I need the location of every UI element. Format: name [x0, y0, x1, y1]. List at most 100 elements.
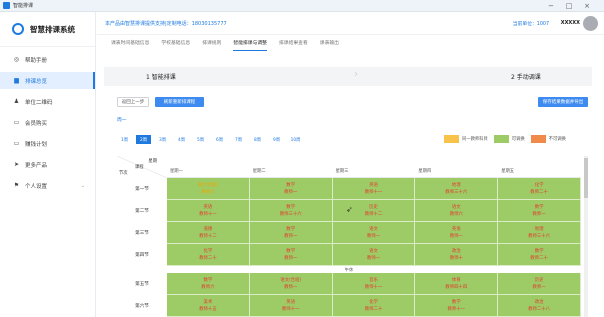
- schedule-cell[interactable]: 英语 教师十一: [249, 295, 333, 317]
- schedule-cell[interactable]: 美术 教师十五: [167, 295, 250, 317]
- schedule-cell[interactable]: 语文(合班) 教师一: [249, 273, 333, 295]
- schedule-cell[interactable]: 地理 教师三十六: [415, 178, 499, 200]
- reset-schedule-button[interactable]: 刷新重新排课程: [155, 97, 204, 107]
- schedule-cell[interactable]: 英语 教师十一: [332, 178, 416, 200]
- schedule-cell[interactable]: 化学 教师二十: [167, 244, 250, 266]
- cell-teacher: 教师二十: [199, 255, 217, 261]
- cell-teacher: 教师二十: [364, 306, 383, 312]
- header-corner: 星期 课程 节次: [117, 156, 167, 178]
- period-label: 第三节: [135, 231, 149, 236]
- schedule-cell[interactable]: 数学 教师一: [249, 178, 333, 200]
- tab-3[interactable]: 智能排课与调整: [233, 37, 267, 51]
- week-tab-8[interactable]: 8周: [250, 135, 265, 144]
- schedule-cell[interactable]: 音乐 教师十一: [332, 273, 416, 295]
- schedule-cell[interactable]: 英语 教师十一: [167, 200, 250, 222]
- cell-teacher: 教师一: [284, 189, 298, 195]
- week-tab-3[interactable]: 3周: [155, 135, 170, 144]
- week-tab-10[interactable]: 10周: [288, 135, 303, 144]
- schedule-cell[interactable]: 英语 教师一: [415, 222, 499, 244]
- tab-5[interactable]: 课表输出: [320, 37, 339, 51]
- tab-1[interactable]: 学校基础信息: [161, 37, 190, 51]
- schedule-cell[interactable]: 数学 教师一: [249, 222, 333, 244]
- schedule-cell[interactable]: 历史 教师一: [498, 273, 581, 295]
- cell-teacher: 教师六: [449, 211, 463, 217]
- cell-teacher: 教师一: [532, 211, 546, 217]
- username[interactable]: XXXXX: [561, 20, 580, 26]
- cell-teacher: 教师十: [449, 255, 463, 261]
- legend-label: 同一教师科目: [462, 137, 488, 142]
- week-tab-4[interactable]: 4周: [174, 135, 189, 144]
- sidebar-item-label: 帮助手册: [25, 57, 48, 64]
- tab-2[interactable]: 排课规则: [202, 37, 221, 51]
- cell-teacher: 教师三十六: [528, 233, 551, 239]
- prev-step-button[interactable]: 返回上一步: [117, 97, 149, 107]
- sidebar-item-6[interactable]: ⚑ 个人设置 ⌄: [0, 177, 95, 194]
- scrollbar-thumb[interactable]: [584, 158, 588, 198]
- schedule-cell[interactable]: 数学 教师二十: [498, 244, 581, 266]
- sidebar-item-5[interactable]: ➤ 更多产品: [0, 156, 95, 173]
- period-label: 第五节: [135, 282, 149, 287]
- table-row: 第三节 道德 教师十二 数学 教师一 语文 教师一 英语 教师一 地理 教师三十六: [117, 222, 581, 244]
- cell-subject: 地理: [451, 182, 461, 188]
- cell-teacher: 教师十二: [364, 211, 383, 217]
- day-header: 星期一: [170, 169, 183, 174]
- cell-teacher: 教师十五: [199, 306, 217, 312]
- tab-4[interactable]: 排课结果查看: [279, 37, 308, 51]
- schedule-cell[interactable]: 数学 教师一: [498, 200, 581, 222]
- sidebar-item-3[interactable]: ▭ 会员购买: [0, 114, 95, 131]
- company-info[interactable]: 本产品由智慧排课提供支持|定制电话：18030135777: [105, 20, 227, 27]
- schedule-cell[interactable]: 语文 教师六: [415, 200, 499, 222]
- tab-0[interactable]: 课表时间基础信息: [111, 37, 149, 51]
- schedule-cell[interactable]: 数学 教师十一: [415, 295, 499, 317]
- app-icon: [3, 2, 10, 9]
- schedule-cell[interactable]: 政治 教师十: [415, 244, 499, 266]
- period-label: 第二节: [135, 209, 149, 214]
- schedule-cell[interactable]: 道德 教师十二: [167, 222, 250, 244]
- week-tab-2[interactable]: 2周: [136, 135, 151, 144]
- cell-subject: 数学: [286, 204, 296, 210]
- current-unit[interactable]: 当前单位：1007: [513, 20, 549, 27]
- timetable-grid: 星期 课程 节次 星期一 星期二 星期三 星期四 星期五 第一节 语文(合班) 教师六 数学教…: [117, 156, 581, 317]
- save-export-button[interactable]: 保存结果数据并导出: [538, 97, 588, 107]
- schedule-cell[interactable]: 化学 教师二十: [498, 178, 581, 200]
- schedule-cell[interactable]: 数学 教师一: [249, 244, 333, 266]
- minimize-button[interactable]: −: [542, 1, 560, 11]
- schedule-cell[interactable]: 地理 教师三十六: [498, 222, 581, 244]
- sidebar-item-2[interactable]: ♟ 单位二维码: [0, 93, 95, 110]
- week-tab-6[interactable]: 6周: [212, 135, 227, 144]
- close-button[interactable]: ×: [578, 1, 596, 11]
- avatar[interactable]: [583, 16, 598, 31]
- schedule-icon: ▆: [14, 77, 19, 84]
- maximize-button[interactable]: □: [560, 1, 578, 11]
- schedule-cell[interactable]: 历史 教师十二: [332, 200, 416, 222]
- logo-icon: [12, 23, 24, 35]
- schedule-cell[interactable]: 数学 教师三十六: [249, 200, 333, 222]
- schedule-cell[interactable]: 语文(合班) 教师六: [167, 178, 250, 200]
- cell-subject: 数学: [534, 248, 544, 254]
- sidebar-item-label: 排课总览: [25, 78, 48, 85]
- cell-subject: 语文: [451, 204, 461, 210]
- week-tab-1[interactable]: 1周: [117, 135, 132, 144]
- schedule-cell[interactable]: 数学 教师六: [167, 273, 250, 295]
- week-tab-5[interactable]: 5周: [193, 135, 208, 144]
- schedule-cell[interactable]: 语文 教师一: [332, 222, 416, 244]
- mouse-cursor-icon: ➶: [346, 205, 353, 214]
- week-tab-7[interactable]: 7周: [231, 135, 246, 144]
- sidebar-item-1[interactable]: ▆ 排课总览: [0, 72, 95, 89]
- schedule-cell[interactable]: 政治 教师二十八: [498, 295, 581, 317]
- user-icon: ♟: [13, 98, 20, 105]
- cell-subject: 英语: [286, 299, 296, 305]
- schedule-cell[interactable]: 化学 教师二十: [332, 295, 416, 317]
- timetable-header: 星期 课程 节次 星期一 星期二 星期三 星期四 星期五: [117, 156, 581, 178]
- schedule-cell[interactable]: 体育 教师四十四: [415, 273, 499, 295]
- schedule-cell[interactable]: 语文 教师一: [332, 244, 416, 266]
- sidebar-item-0[interactable]: ◎ 帮助手册: [0, 51, 95, 68]
- timetable-body: 第一节 语文(合班) 教师六 数学 教师一 英语 教师十一 地理 教师三十六 化学 教师二十 第二节英…: [117, 178, 581, 317]
- sidebar-item-4[interactable]: ▭ 赚钱计划: [0, 135, 95, 152]
- period-label: 第一节: [135, 187, 149, 192]
- cell-subject: 化学: [534, 182, 544, 188]
- cell-subject: 政治: [451, 248, 461, 254]
- week-tab-9[interactable]: 9周: [269, 135, 284, 144]
- day-label: 周一: [117, 118, 127, 123]
- scrollbar[interactable]: [584, 156, 588, 317]
